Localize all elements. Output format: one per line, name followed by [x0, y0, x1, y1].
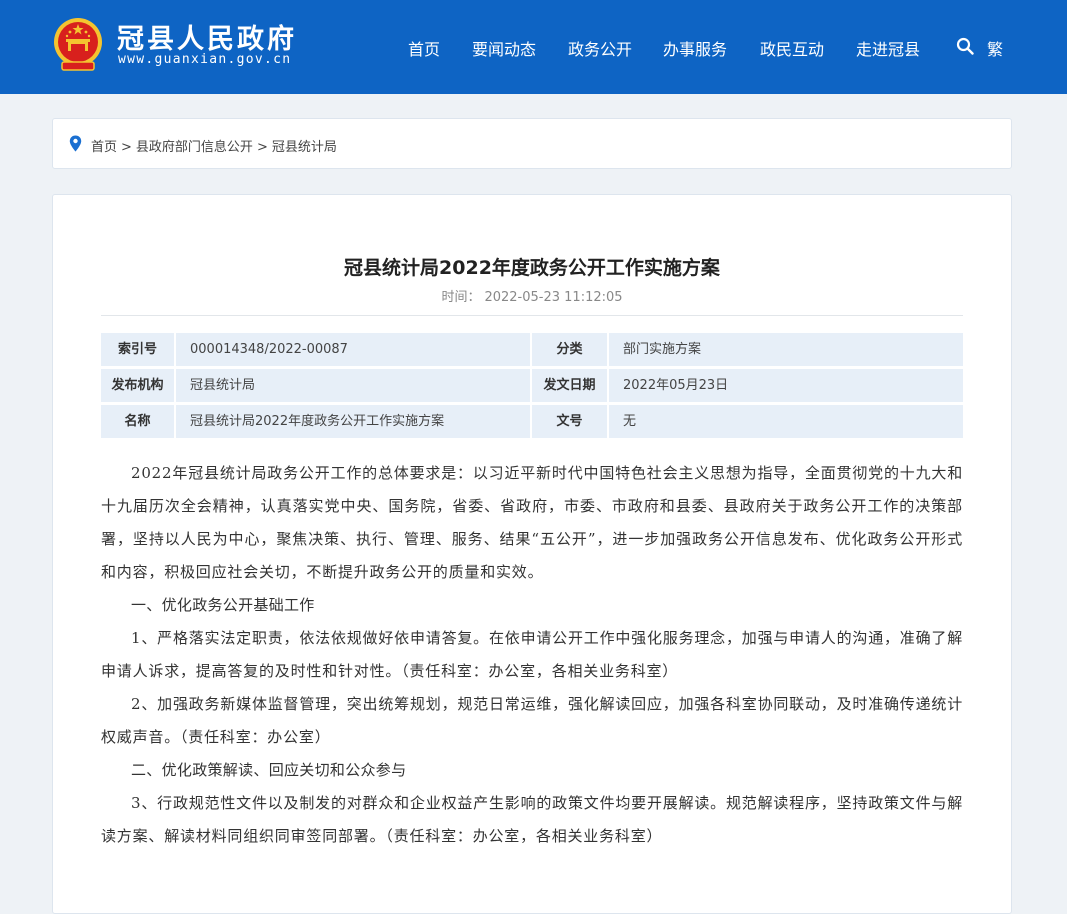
- meta-value-name: 冠县统计局2022年度政务公开工作实施方案: [176, 405, 530, 438]
- meta-label-index: 索引号: [101, 333, 174, 366]
- article-body: 2022年冠县统计局政务公开工作的总体要求是：以习近平新时代中国特色社会主义思想…: [101, 457, 963, 853]
- breadcrumb-separator: >: [121, 140, 132, 155]
- breadcrumb-home[interactable]: 首页: [91, 140, 117, 155]
- breadcrumb-stats-bureau[interactable]: 冠县统计局: [272, 140, 337, 155]
- nav-item-services[interactable]: 办事服务: [663, 36, 727, 60]
- breadcrumb-separator: >: [256, 140, 268, 155]
- body-paragraph: 3、行政规范性文件以及制发的对群众和企业权益产生影响的政策文件均要开展解读。规范…: [101, 794, 963, 845]
- metadata-row: 名称 冠县统计局2022年度政务公开工作实施方案 文号 无: [101, 405, 963, 438]
- breadcrumb-dept-info[interactable]: 县政府部门信息公开: [136, 140, 253, 155]
- nav-item-home[interactable]: 首页: [408, 36, 440, 60]
- site-url: www.guanxian.gov.cn: [118, 52, 292, 67]
- body-paragraph: 2、加强政务新媒体监督管理，突出统筹规划，规范日常运维，强化解读回应，加强各科室…: [101, 695, 963, 746]
- meta-label-doc-number: 文号: [532, 405, 607, 438]
- nav-item-about[interactable]: 走进冠县: [856, 36, 920, 60]
- meta-value-category: 部门实施方案: [609, 333, 963, 366]
- section-heading: 一、优化政务公开基础工作: [131, 596, 315, 614]
- section-heading: 二、优化政策解读、回应关切和公众参与: [131, 761, 407, 779]
- nav-item-news[interactable]: 要闻动态: [472, 36, 536, 60]
- title-divider: [101, 315, 963, 316]
- body-paragraph: 2022年冠县统计局政务公开工作的总体要求是：以习近平新时代中国特色社会主义思想…: [101, 464, 963, 581]
- meta-value-date: 2022年05月23日: [609, 369, 963, 402]
- body-paragraph: 1、严格落实法定职责，依法依规做好依申请答复。在依申请公开工作中强化服务理念，加…: [101, 629, 963, 680]
- meta-label-publisher: 发布机构: [101, 369, 174, 402]
- meta-value-doc-number: 无: [609, 405, 963, 438]
- time-label: 时间：: [441, 290, 481, 305]
- top-header: 冠县人民政府 www.guanxian.gov.cn 首页 要闻动态 政务公开 …: [0, 0, 1067, 94]
- site-title[interactable]: 冠县人民政府: [117, 17, 297, 56]
- meta-label-name: 名称: [101, 405, 174, 438]
- traditional-chinese-toggle[interactable]: 繁: [987, 36, 1003, 60]
- article-card: 冠县统计局2022年度政务公开工作实施方案 时间： 2022-05-23 11:1…: [52, 194, 1012, 914]
- meta-label-category: 分类: [532, 333, 607, 366]
- national-emblem-logo[interactable]: [52, 15, 104, 73]
- time-value: 2022-05-23 11:12:05: [484, 290, 623, 305]
- meta-value-publisher: 冠县统计局: [176, 369, 530, 402]
- article-title: 冠县统计局2022年度政务公开工作实施方案: [344, 257, 720, 279]
- metadata-row: 索引号 000014348/2022-00087 分类 部门实施方案: [101, 333, 963, 366]
- nav-item-interaction[interactable]: 政民互动: [760, 36, 824, 60]
- metadata-row: 发布机构 冠县统计局 发文日期 2022年05月23日: [101, 369, 963, 402]
- location-pin-icon: [69, 135, 82, 152]
- meta-value-index: 000014348/2022-00087: [176, 333, 530, 366]
- metadata-table: 索引号 000014348/2022-00087 分类 部门实施方案 发布机构 …: [101, 333, 963, 441]
- article-time: 时间： 2022-05-23 11:12:05: [53, 286, 1011, 305]
- meta-label-date: 发文日期: [532, 369, 607, 402]
- breadcrumb: 首页 > 县政府部门信息公开 > 冠县统计局: [52, 118, 1012, 169]
- search-icon[interactable]: [956, 37, 974, 55]
- nav-item-gov-affairs[interactable]: 政务公开: [568, 36, 632, 60]
